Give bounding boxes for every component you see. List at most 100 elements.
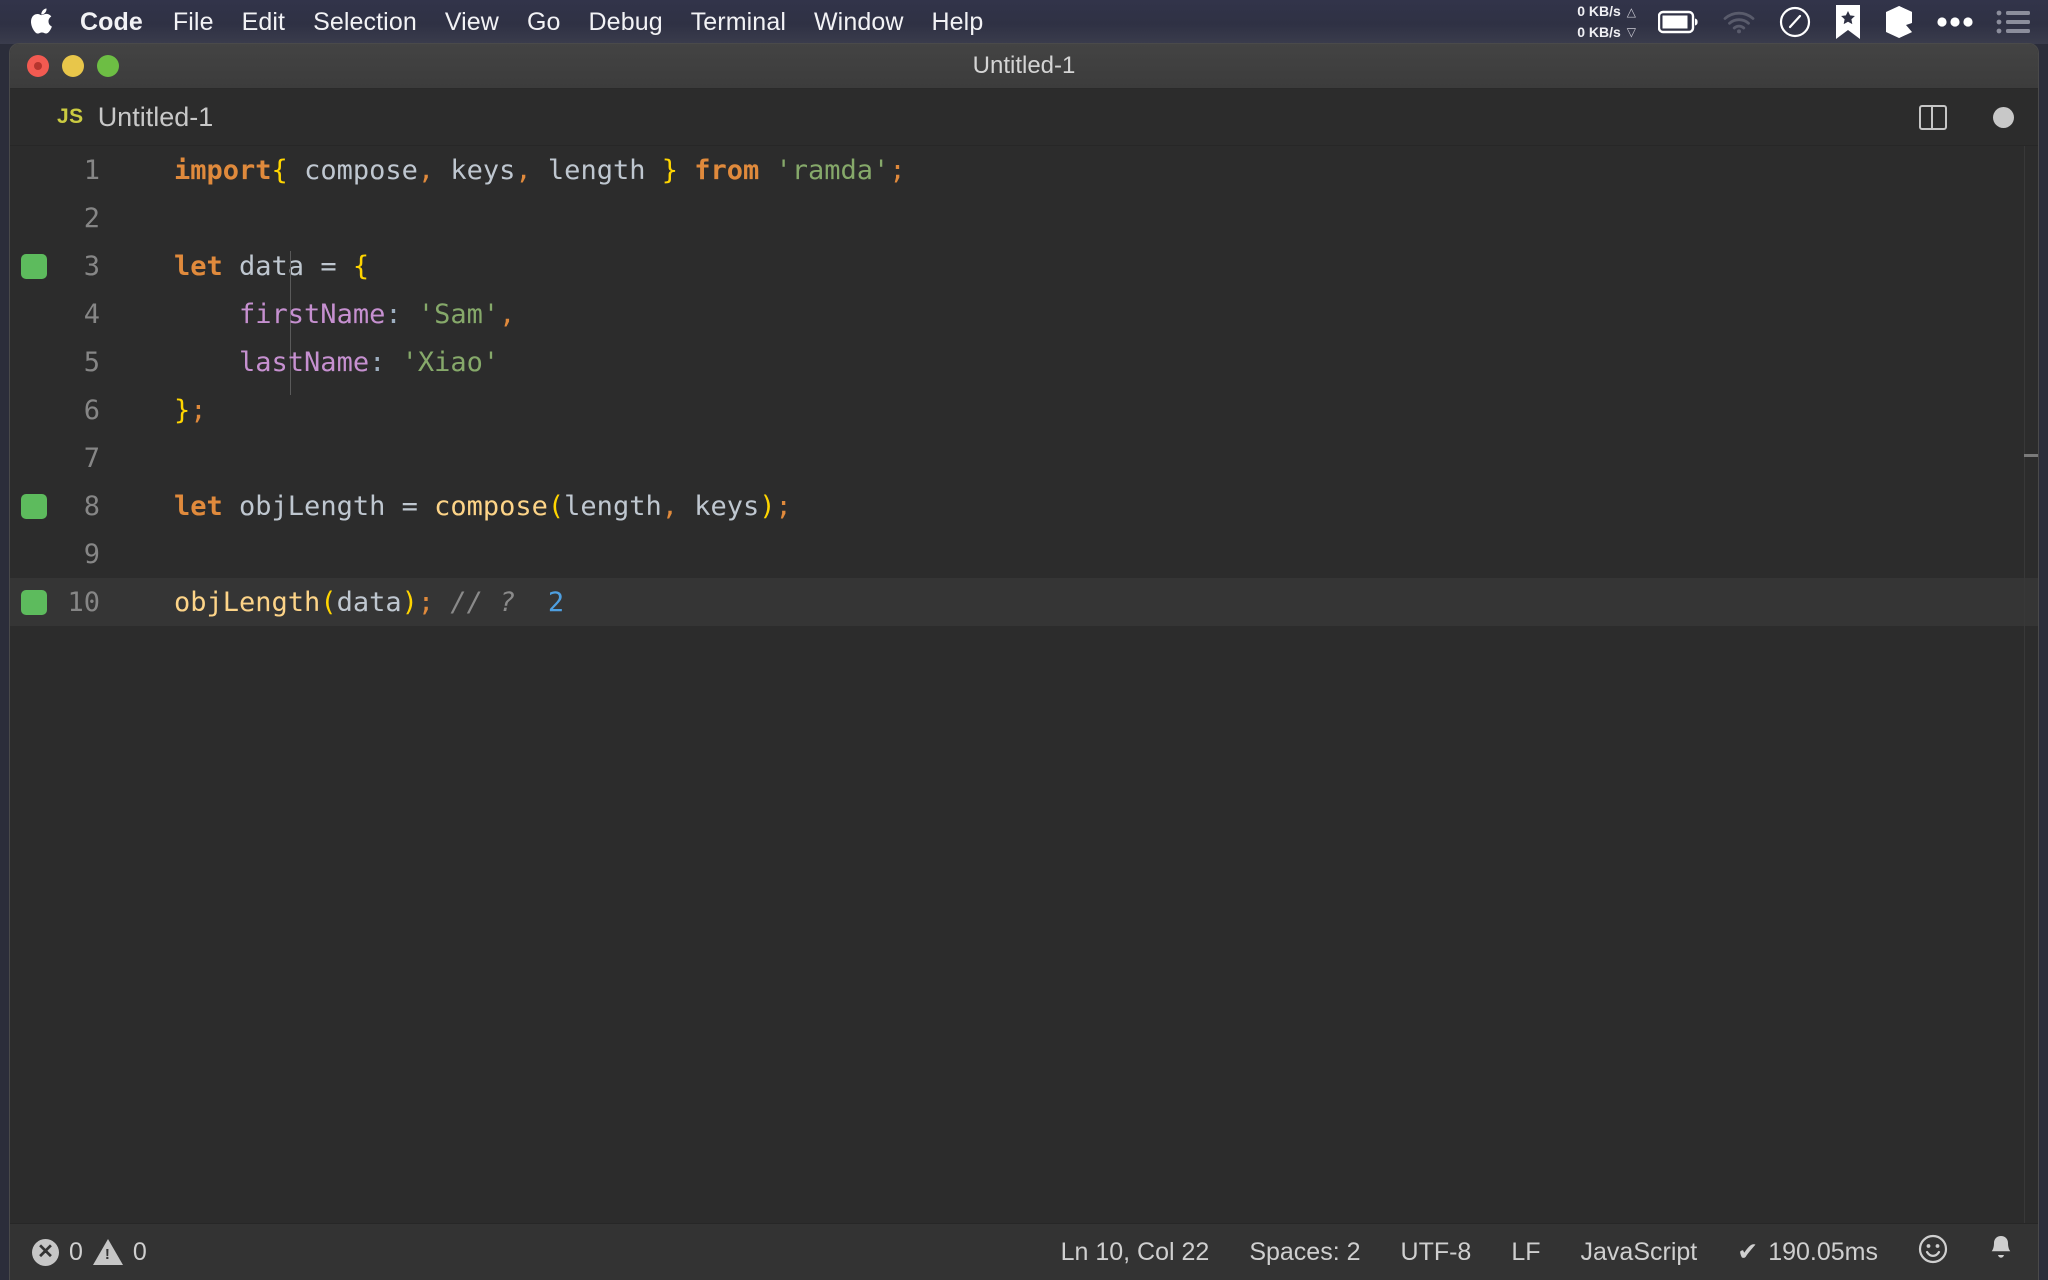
editor-tabbar: JS Untitled-1	[10, 89, 2038, 146]
line-content: };	[126, 395, 2038, 426]
menu-code[interactable]: Code	[80, 8, 143, 37]
token-paren: )	[401, 586, 418, 618]
token-identifier: compose	[287, 154, 418, 186]
cursor-position[interactable]: Ln 10, Col 22	[1061, 1238, 1210, 1267]
quokka-marker-icon	[21, 590, 47, 615]
line-content: lastName: 'Xiao'	[126, 347, 2038, 378]
token-semicolon: ;	[775, 490, 792, 522]
code-line[interactable]: 5 lastName: 'Xiao'	[10, 338, 2038, 386]
vscode-window: Untitled-1 JS Untitled-1 1 import{ compo…	[10, 44, 2038, 1280]
box-3d-icon[interactable]	[1884, 5, 1914, 39]
token-property: lastName	[239, 346, 370, 378]
window-titlebar: Untitled-1	[10, 44, 2038, 89]
code-line[interactable]: 9	[10, 530, 2038, 578]
error-count: 0	[69, 1237, 83, 1266]
menubar-status-tray: 0 KB/s 0 KB/s △ ▽	[1577, 0, 2030, 44]
overview-ruler[interactable]	[2024, 146, 2038, 1223]
token-identifier: keys	[677, 490, 760, 522]
token-comma: ,	[417, 154, 435, 186]
line-number: 1	[83, 154, 100, 186]
token-brace: {	[352, 250, 370, 282]
menu-selection[interactable]: Selection	[313, 8, 417, 37]
ellipsis-icon[interactable]	[1936, 16, 1974, 28]
macos-menubar: Code File Edit Selection View Go Debug T…	[0, 0, 2048, 44]
token-operator: =	[320, 250, 353, 282]
menu-terminal[interactable]: Terminal	[691, 8, 786, 37]
battery-icon[interactable]	[1658, 10, 1700, 34]
download-arrow-icon: ▽	[1626, 25, 1636, 39]
quokka-marker-icon	[21, 254, 47, 279]
line-number: 7	[83, 442, 100, 474]
indentation[interactable]: Spaces: 2	[1249, 1238, 1360, 1267]
token-identifier: objLength	[222, 490, 402, 522]
check-icon: ✔	[1737, 1238, 1759, 1266]
code-editor[interactable]: 1 import{ compose, keys, length } from '…	[10, 146, 2038, 1223]
quokka-runtime: 190.05ms	[1768, 1237, 1878, 1266]
token-operator: =	[401, 490, 435, 522]
menu-window[interactable]: Window	[814, 8, 904, 37]
token-semicolon: ;	[190, 394, 207, 426]
window-title: Untitled-1	[972, 52, 1076, 79]
network-speed-indicator[interactable]: 0 KB/s 0 KB/s △ ▽	[1577, 1, 1636, 43]
line-content: firstName: 'Sam',	[126, 299, 2038, 330]
unsaved-dot-icon[interactable]	[1993, 107, 2014, 128]
close-button[interactable]	[27, 55, 49, 77]
quokka-status[interactable]: ✔ 190.05ms	[1737, 1237, 1878, 1267]
menu-file[interactable]: File	[173, 8, 214, 37]
menu-go[interactable]: Go	[527, 8, 561, 37]
warning-icon	[92, 1239, 123, 1265]
code-line[interactable]: 6 };	[10, 386, 2038, 434]
token-keyword: from	[677, 154, 760, 186]
token-function: objLength	[174, 586, 321, 618]
token-colon: :	[385, 298, 402, 330]
line-number: 2	[83, 202, 100, 234]
tab-untitled-1[interactable]: JS Untitled-1	[10, 89, 235, 146]
list-icon[interactable]	[1996, 9, 2030, 35]
code-line[interactable]: 7	[10, 434, 2038, 482]
token-keyword: let	[174, 250, 223, 282]
minimize-button[interactable]	[62, 55, 84, 77]
warning-count: 0	[132, 1237, 147, 1266]
download-speed: 0 KB/s	[1577, 24, 1621, 40]
wifi-icon[interactable]	[1722, 10, 1756, 34]
split-editor-icon[interactable]	[1919, 105, 1947, 130]
code-line[interactable]: 2	[10, 194, 2038, 242]
token-brace: }	[174, 394, 191, 426]
upload-speed: 0 KB/s	[1577, 3, 1621, 19]
quokka-marker-icon	[21, 494, 47, 519]
traffic-lights	[27, 55, 119, 77]
bell-icon[interactable]	[1988, 1234, 2014, 1271]
bookmark-star-icon[interactable]	[1834, 4, 1862, 40]
token-brace: {	[271, 154, 288, 186]
token-paren: )	[759, 490, 776, 522]
token-semicolon: ;	[417, 586, 435, 618]
token-keyword: let	[174, 490, 223, 522]
gauge-icon[interactable]	[1778, 5, 1812, 39]
smiley-icon[interactable]	[1918, 1234, 1948, 1271]
upload-arrow-icon: △	[1626, 4, 1636, 19]
code-line[interactable]: 8 let objLength = compose(length, keys);	[10, 482, 2038, 530]
line-content: let objLength = compose(length, keys);	[126, 491, 2038, 522]
line-content: import{ compose, keys, length } from 'ra…	[126, 155, 2038, 186]
encoding[interactable]: UTF-8	[1401, 1238, 1472, 1267]
menu-view[interactable]: View	[445, 8, 499, 37]
token-comma: ,	[661, 490, 678, 522]
problems-indicator[interactable]: ✕ 0 0	[32, 1238, 147, 1267]
line-content: let data = {	[126, 250, 2038, 395]
code-line[interactable]: 1 import{ compose, keys, length } from '…	[10, 146, 2038, 194]
code-line-active[interactable]: 10 objLength(data); // ? 2	[10, 578, 2038, 626]
eol-mode[interactable]: LF	[1511, 1238, 1540, 1267]
language-mode[interactable]: JavaScript	[1581, 1238, 1698, 1267]
token-paren: (	[547, 490, 565, 522]
code-line[interactable]: 3 let data = {	[10, 242, 2038, 395]
token-semicolon: ;	[889, 154, 906, 186]
menu-edit[interactable]: Edit	[242, 8, 285, 37]
line-number: 9	[83, 538, 100, 570]
inline-result-value: 2	[515, 586, 565, 618]
code-line[interactable]: 4 firstName: 'Sam',	[10, 290, 2038, 338]
scrollbar-thumb[interactable]	[2024, 454, 2038, 457]
apple-logo-icon[interactable]	[28, 7, 54, 37]
zoom-button[interactable]	[97, 55, 119, 77]
menu-help[interactable]: Help	[932, 8, 984, 37]
menu-debug[interactable]: Debug	[589, 8, 663, 37]
